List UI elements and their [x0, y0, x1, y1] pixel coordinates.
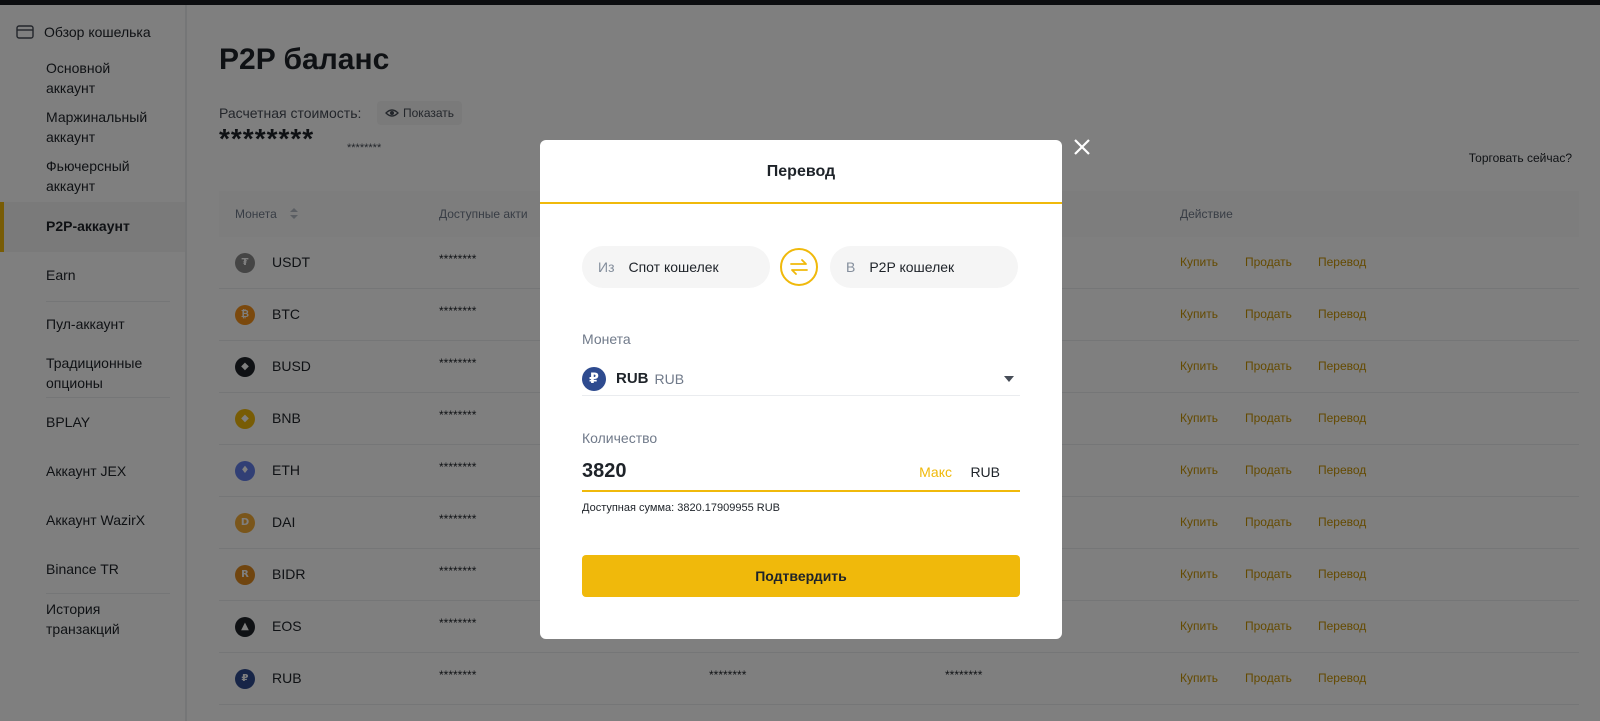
modal-title: Перевод [540, 140, 1062, 204]
chevron-down-icon [1004, 376, 1014, 382]
amount-unit: RUB [970, 464, 1000, 480]
coin-select[interactable]: ₽ RUB RUB [582, 362, 1020, 396]
coin-code: RUB [616, 370, 649, 387]
close-icon[interactable] [1070, 135, 1094, 159]
coin-field-label: Монета [582, 331, 631, 347]
amount-input[interactable]: 3820 [582, 460, 627, 483]
from-value: Спот кошелек [628, 259, 719, 275]
swap-button[interactable] [780, 248, 818, 286]
from-wallet-select[interactable]: Из Спот кошелек [582, 246, 770, 288]
amount-field[interactable]: 3820 Макс RUB [582, 458, 1020, 492]
from-label: Из [598, 259, 615, 275]
confirm-button[interactable]: Подтвердить [582, 555, 1020, 597]
to-label: В [846, 259, 856, 275]
max-button[interactable]: Макс [919, 464, 952, 480]
to-wallet-select[interactable]: В P2P кошелек [830, 246, 1018, 288]
to-value: P2P кошелек [869, 259, 955, 275]
available-amount: Доступная сумма: 3820.17909955 RUB [582, 502, 780, 514]
coin-subtitle: RUB [654, 370, 685, 387]
amount-field-label: Количество [582, 430, 658, 446]
transfer-modal: Перевод Из Спот кошелек В P2P кошелек Мо… [540, 140, 1062, 639]
rub-icon: ₽ [582, 366, 606, 391]
swap-arrows-icon [790, 259, 808, 275]
